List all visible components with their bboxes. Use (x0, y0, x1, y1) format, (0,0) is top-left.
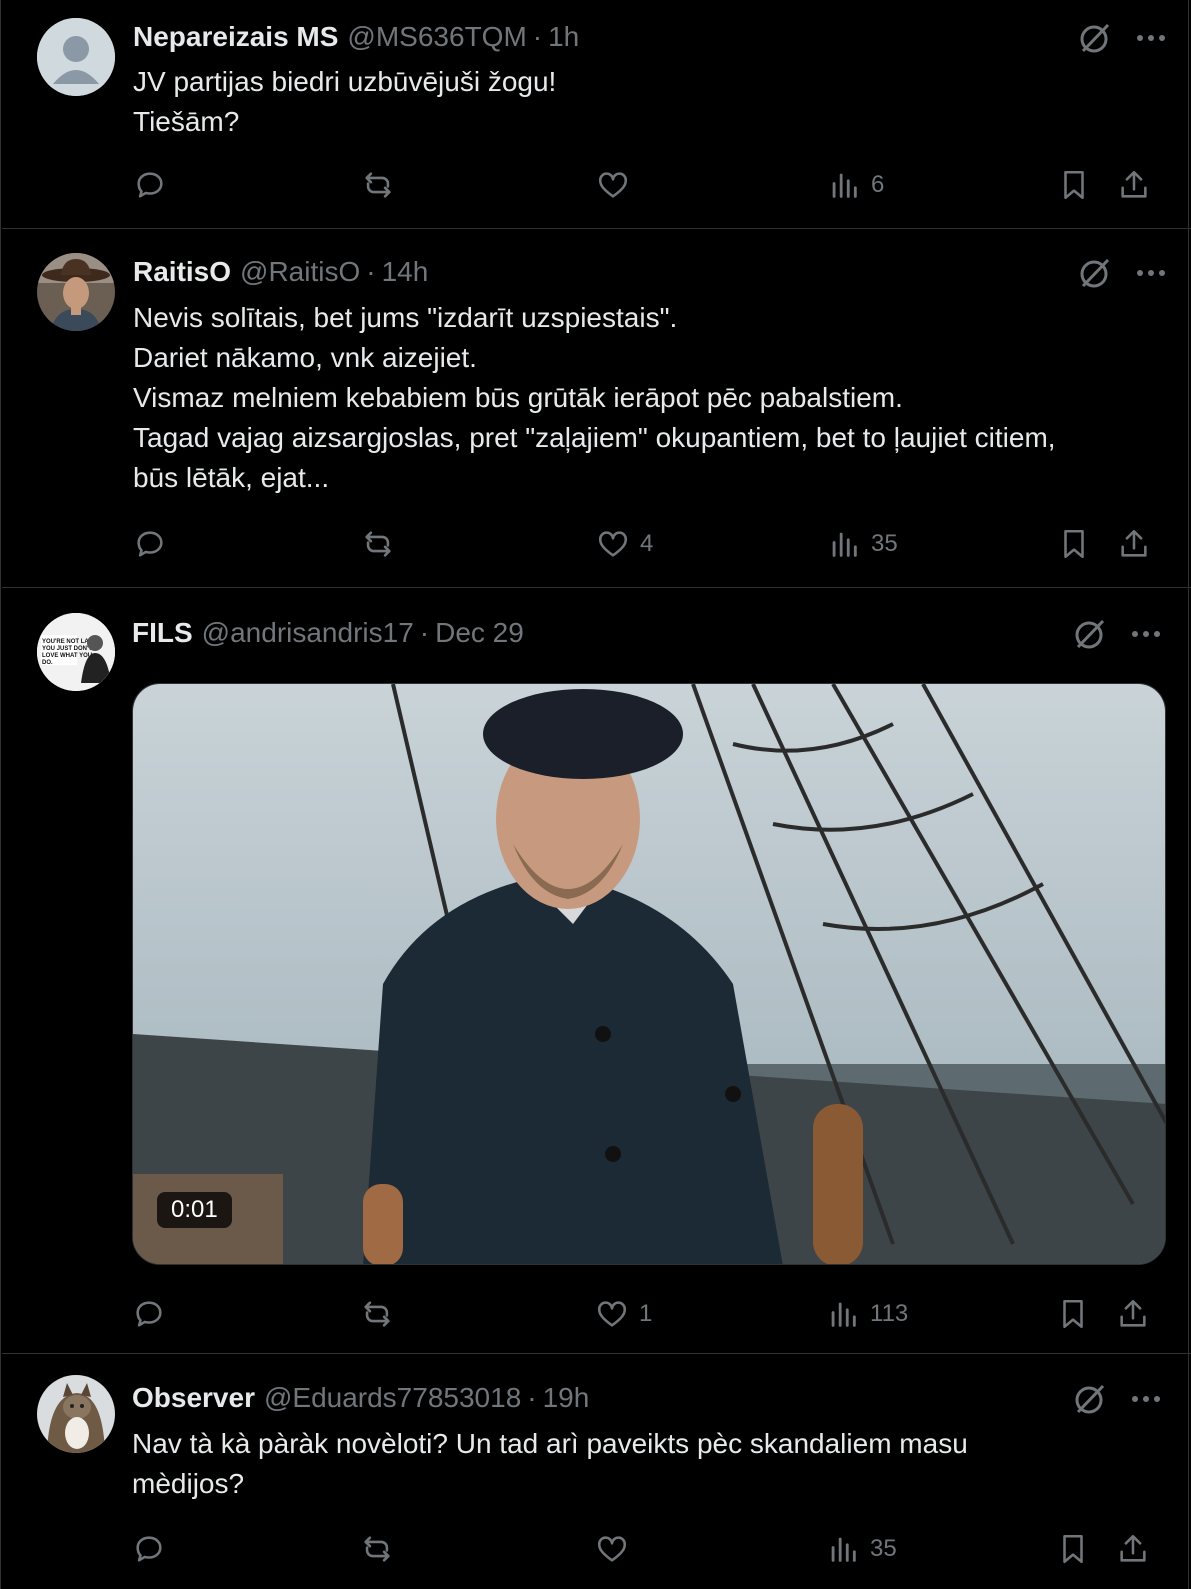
reply-icon (136, 1301, 162, 1327)
separator: · (527, 1382, 537, 1413)
post-header: FILS @andrisandris17 · Dec 29 (132, 616, 524, 650)
separator: · (419, 617, 430, 648)
views-icon (831, 1537, 856, 1562)
grok-icon[interactable] (1072, 1381, 1108, 1417)
share-button[interactable] (1116, 1529, 1150, 1569)
grok-icon[interactable] (1072, 616, 1108, 652)
avatar[interactable]: YOU'RE NOT LAZY, YOU JUST DON'T LOVE WHA… (37, 613, 115, 691)
like-button[interactable] (595, 1529, 639, 1569)
view-count: 35 (870, 1535, 897, 1562)
bookmark-icon (1063, 1534, 1083, 1564)
repost-button[interactable] (360, 1529, 394, 1569)
repost-icon (364, 1536, 390, 1562)
author-name[interactable]: Observer (132, 1382, 255, 1414)
reply-icon (136, 1536, 162, 1562)
author-handle[interactable]: @andrisandris17 (202, 617, 414, 649)
view-count: 113 (870, 1300, 909, 1327)
divider (2, 1353, 1191, 1354)
avatar[interactable] (37, 1375, 115, 1453)
views-button[interactable]: 113 (826, 1294, 908, 1334)
reply-button[interactable] (132, 1529, 166, 1569)
views-button[interactable]: 35 (826, 1529, 897, 1569)
more-icon[interactable] (1128, 616, 1164, 652)
svg-text:DO.: DO. (42, 660, 53, 666)
action-bar: 1 113 (132, 1294, 1164, 1334)
repost-button[interactable] (360, 1294, 394, 1334)
repost-icon (364, 1301, 390, 1327)
like-button[interactable]: 1 (595, 1294, 652, 1334)
share-button[interactable] (1116, 1294, 1150, 1334)
quote-avatar-image: YOU'RE NOT LAZY, YOU JUST DON'T LOVE WHA… (37, 613, 115, 691)
post-text: Nav tà kà pàràk novèloti? Un tad arì pav… (132, 1424, 1160, 1504)
post-header: Observer @Eduards77853018 · 19h (132, 1381, 589, 1415)
timestamp[interactable]: Dec 29 (435, 617, 524, 649)
bookmark-button[interactable] (1056, 1529, 1090, 1569)
bookmark-icon (1063, 1299, 1083, 1329)
svg-text:YOU JUST DON'T: YOU JUST DON'T (42, 646, 92, 652)
post-text-line: mèdijos? (132, 1468, 245, 1499)
video-duration: 0:01 (157, 1192, 232, 1228)
cat-avatar-image (37, 1375, 115, 1453)
video-frame (133, 684, 1165, 1264)
video-player[interactable]: 0:01 (132, 683, 1166, 1265)
share-icon (1120, 1534, 1146, 1562)
like-icon (597, 1301, 627, 1327)
views-icon (831, 1302, 856, 1327)
share-icon (1120, 1299, 1146, 1327)
action-bar: 35 (132, 1529, 1164, 1569)
like-count: 1 (639, 1300, 653, 1327)
author-name[interactable]: FILS (132, 617, 193, 649)
reply-button[interactable] (132, 1294, 166, 1334)
like-icon (597, 1536, 627, 1562)
bookmark-button[interactable] (1056, 1294, 1090, 1334)
more-icon[interactable] (1128, 1381, 1164, 1417)
svg-text:LOVE WHAT YOU: LOVE WHAT YOU (42, 653, 92, 659)
timeline: Nepareizais MS @MS636TQM · 1h JV partija… (0, 0, 1191, 1589)
post-text-line: Nav tà kà pàràk novèloti? Un tad arì pav… (132, 1428, 968, 1459)
timestamp[interactable]: 19h (543, 1382, 590, 1414)
author-handle[interactable]: @Eduards77853018 (264, 1382, 521, 1414)
